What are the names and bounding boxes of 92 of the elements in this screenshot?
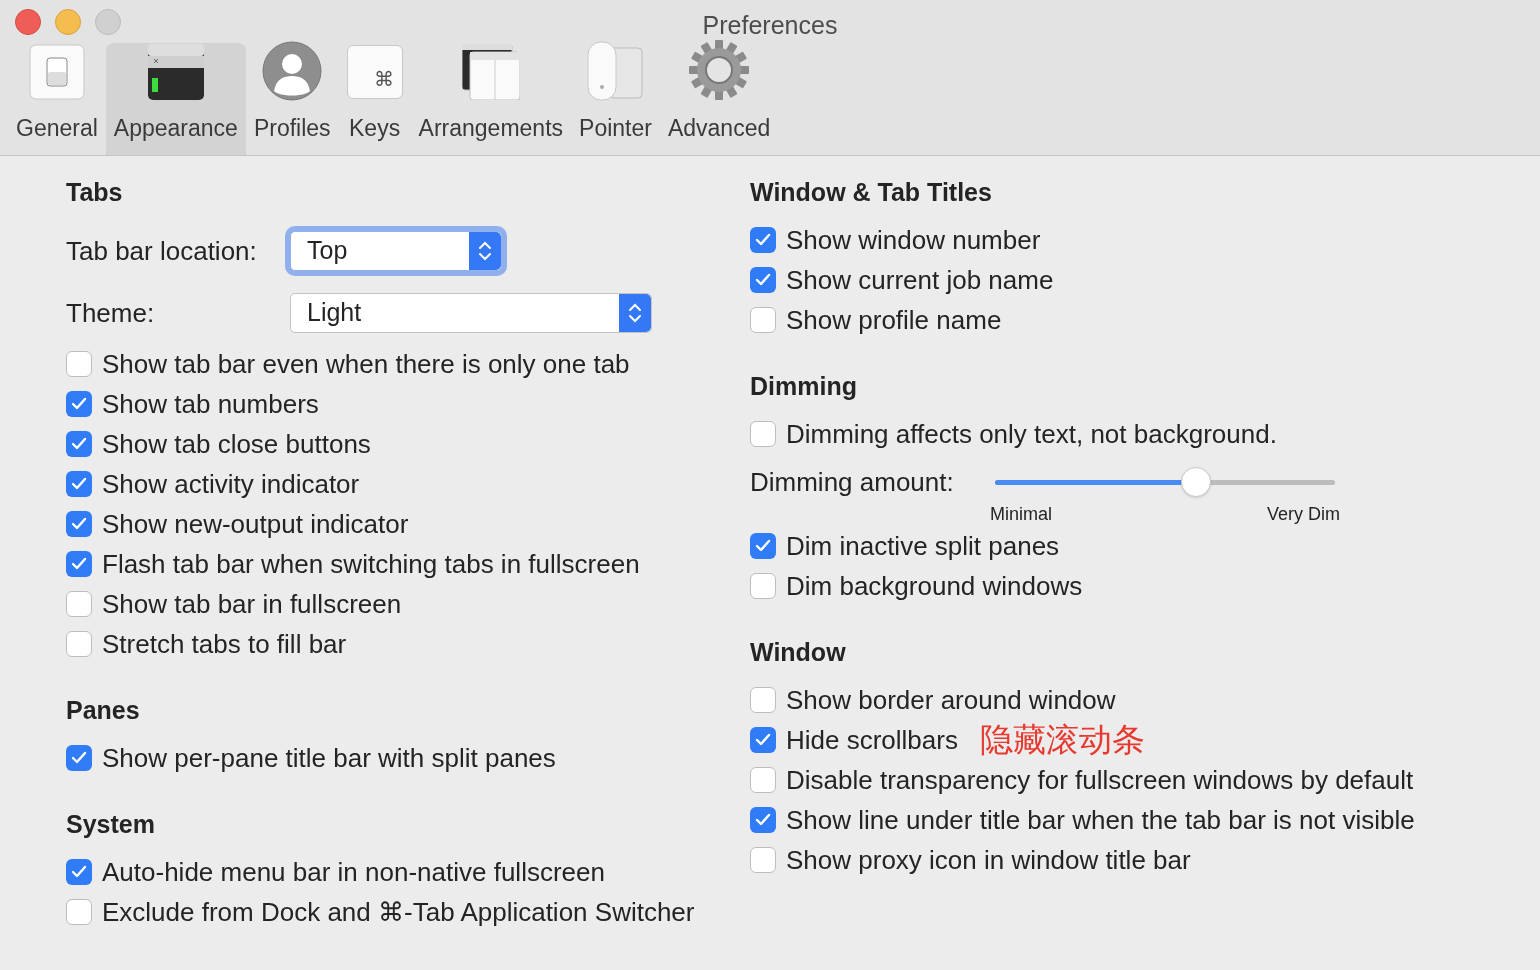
popup-value: Top [306, 235, 349, 267]
popup-value: Light [306, 297, 363, 329]
terminal-window-icon [147, 43, 204, 100]
checkbox[interactable] [66, 391, 92, 417]
checkbox[interactable] [66, 551, 92, 577]
checkbox[interactable] [750, 847, 776, 873]
toolbar-tab[interactable]: Pointer [571, 43, 660, 155]
toolbar-tab[interactable]: Arrangements [410, 43, 572, 155]
checkbox[interactable] [66, 511, 92, 537]
checkbox-label: Auto-hide menu bar in non-native fullscreen [102, 855, 605, 889]
checkbox-label: Show proxy icon in window title bar [786, 843, 1191, 877]
checkbox[interactable] [750, 227, 776, 253]
checkbox[interactable] [66, 351, 92, 377]
checkbox-label: Hide scrollbars [786, 723, 958, 757]
checkbox-label: Stretch tabs to fill bar [102, 627, 347, 661]
toolbar-tab[interactable]: ⌘ Keys [338, 43, 411, 155]
checkbox-label: Show new-output indicator [102, 507, 409, 541]
stacked-windows-icon [461, 43, 520, 100]
checkbox[interactable] [750, 767, 776, 793]
field-label: Theme: [66, 296, 156, 330]
command-key-icon: ⌘ [346, 44, 403, 99]
slider-label: Dimming amount: [750, 465, 955, 499]
section-heading: Dimming [750, 371, 858, 403]
stepper-arrows-icon [469, 232, 501, 270]
checkbox-label: Show activity indicator [102, 467, 360, 501]
checkmark-icon [755, 733, 771, 747]
minimize-window-button[interactable] [55, 8, 81, 35]
section-heading: System [66, 809, 156, 841]
checkbox-label: Dimming affects only text, not background. [786, 417, 1277, 451]
toggle-switch-icon [28, 43, 85, 100]
slider-max-label: Very Dim [1267, 502, 1340, 526]
stepper-arrows-icon [619, 294, 651, 332]
field-label: Tab bar location: [66, 234, 258, 268]
popup-button[interactable]: Light [290, 293, 652, 333]
checkbox-label: Flash tab bar when switching tabs in fullscreen [102, 547, 640, 581]
checkbox-label: Show tab bar even when there is only one tab [102, 347, 630, 381]
checkbox[interactable] [750, 807, 776, 833]
slider[interactable] [995, 466, 1335, 498]
checkbox-label: Show per-pane title bar with split panes [102, 741, 556, 775]
slider-thumb[interactable] [1180, 467, 1211, 497]
section-heading: Panes [66, 695, 141, 727]
checkbox[interactable] [750, 267, 776, 293]
gear-icon [688, 38, 751, 101]
toolbar-tab[interactable]: Advanced [659, 43, 779, 155]
checkbox[interactable] [66, 431, 92, 457]
checkmark-icon [755, 539, 771, 553]
checkbox-label: Show border around window [786, 683, 1116, 717]
checkmark-icon [71, 751, 87, 765]
annotation-text: 隐藏滚动条 [979, 720, 1145, 761]
checkbox[interactable] [750, 421, 776, 447]
toolbar-tab[interactable]: General [8, 43, 106, 155]
checkbox[interactable] [750, 687, 776, 713]
checkbox[interactable] [66, 591, 92, 617]
checkbox-label: Exclude from Dock and ⌘-Tab Application Switcher [102, 895, 695, 929]
checkbox-label: Show profile name [786, 303, 1002, 337]
slider-min-label: Minimal [990, 502, 1052, 526]
checkmark-icon [71, 517, 87, 531]
checkbox[interactable] [66, 631, 92, 657]
checkbox[interactable] [66, 471, 92, 497]
checkbox-label: Show tab close buttons [102, 427, 371, 461]
section-heading: Window [750, 637, 847, 669]
checkbox[interactable] [750, 533, 776, 559]
checkbox[interactable] [66, 899, 92, 925]
mouse-icon [586, 40, 645, 101]
checkmark-icon [755, 813, 771, 827]
checkbox-label: Show current job name [786, 263, 1054, 297]
checkbox[interactable] [66, 859, 92, 885]
toolbar-tab[interactable]: Profiles [245, 43, 339, 155]
checkbox[interactable] [750, 573, 776, 599]
checkbox-label: Dim inactive split panes [786, 529, 1060, 563]
close-window-button[interactable] [15, 8, 41, 35]
section-heading: Tabs [66, 177, 124, 209]
checkmark-icon [755, 273, 771, 287]
checkbox-label: Show tab bar in fullscreen [102, 587, 402, 621]
checkbox[interactable] [750, 307, 776, 333]
toolbar-tab[interactable]: Appearance [105, 43, 246, 155]
checkmark-icon [71, 397, 87, 411]
checkmark-icon [71, 865, 87, 879]
checkmark-icon [755, 233, 771, 247]
checkmark-icon [71, 477, 87, 491]
person-icon [262, 40, 323, 101]
checkbox-label: Disable transparency for fullscreen windows by default [786, 763, 1414, 797]
checkmark-icon [71, 437, 87, 451]
checkbox-label: Show window number [786, 223, 1041, 257]
window-title: Preferences [702, 10, 838, 41]
checkbox[interactable] [750, 727, 776, 753]
checkmark-icon [71, 557, 87, 571]
checkbox-label: Dim background windows [786, 569, 1083, 603]
checkbox-label: Show tab numbers [102, 387, 319, 421]
section-heading: Window & Tab Titles [750, 177, 993, 209]
checkbox-label: Show line under title bar when the tab bar is not visible [786, 803, 1415, 837]
checkbox[interactable] [66, 745, 92, 771]
